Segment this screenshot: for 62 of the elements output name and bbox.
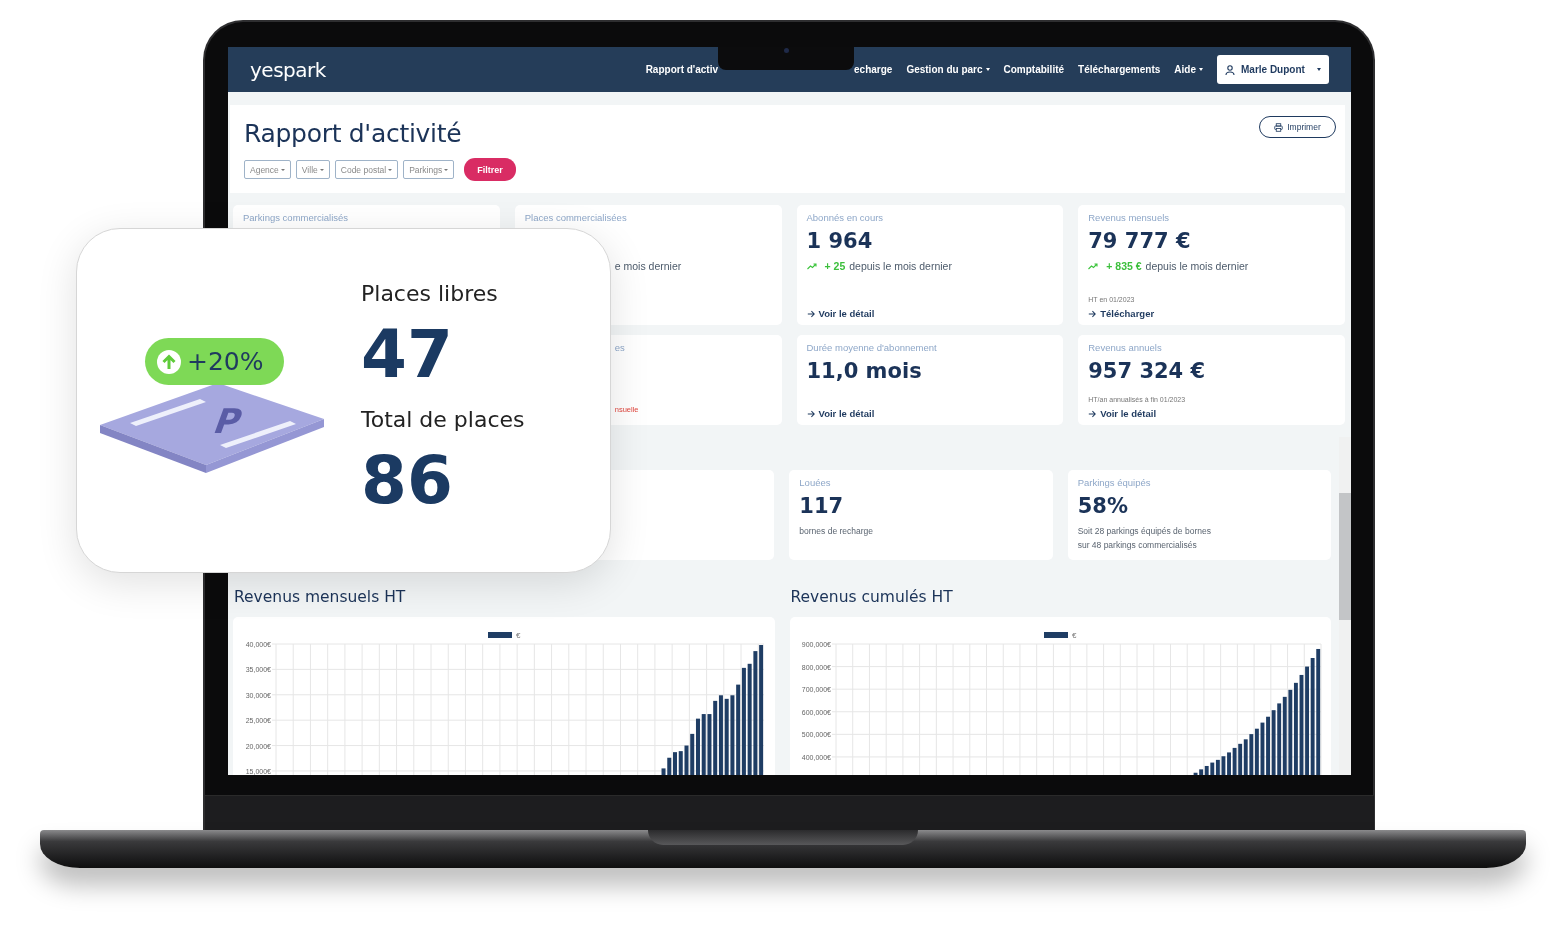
card-value: 957 324 €: [1088, 358, 1206, 385]
nav-link[interactable]: echarge: [854, 64, 893, 75]
scrollbar[interactable]: [1339, 437, 1351, 775]
filter-dropdown[interactable]: Code postal: [334, 160, 399, 179]
growth-badge: +20%: [145, 338, 284, 385]
arrow-up-icon: [157, 349, 181, 374]
card-label: Revenus mensuels: [1088, 212, 1170, 224]
card-value: 58%: [1077, 493, 1129, 520]
card-value: 1 964: [806, 228, 873, 255]
card-label: Parkings équipés: [1077, 477, 1152, 489]
nav-link[interactable]: Comptabilité: [1003, 64, 1065, 75]
trend-text: e mois dernier: [614, 259, 682, 273]
legend-label: €: [1071, 631, 1076, 640]
arrow-right-icon: [806, 309, 815, 318]
caret-icon: [1317, 68, 1321, 71]
stat-label: Total de places: [361, 406, 525, 434]
card-text: bornes de recharge: [799, 525, 875, 538]
trend-delta: + 25: [824, 259, 846, 273]
person-icon: [1225, 64, 1235, 75]
page-title: Rapport d'activité: [244, 119, 463, 148]
arrow-right-icon: [1088, 409, 1097, 418]
card-value: 79 777 €: [1088, 228, 1191, 255]
card-link[interactable]: Voir le détail: [1088, 408, 1157, 419]
card-label: Parkings commercialisés: [243, 212, 349, 224]
trend-up-icon: [806, 262, 817, 270]
nav-link[interactable]: Gestion du parc: [906, 64, 990, 75]
card-label: Revenus annuels: [1088, 342, 1162, 354]
nav-link[interactable]: Aide: [1174, 64, 1203, 75]
card-link[interactable]: Voir le détail: [806, 408, 875, 419]
stat-value: 47: [361, 315, 453, 395]
trend-text: depuis le mois dernier: [1145, 259, 1249, 273]
filter-dropdown[interactable]: Ville: [295, 160, 330, 179]
card-link[interactable]: Voir le détail: [806, 308, 875, 319]
stat-value: 86: [361, 441, 453, 521]
card-value: 117: [799, 493, 845, 520]
card-value: 11,0 mois: [806, 358, 922, 385]
trend-up-icon: [1088, 262, 1099, 270]
card-label: Durée moyenne d'abonnement: [806, 342, 937, 354]
filter-button[interactable]: Filtrer: [464, 158, 516, 181]
chart-title: Revenus cumulés HT: [790, 588, 954, 607]
card-label: es: [614, 342, 625, 354]
arrow-right-icon: [1088, 309, 1097, 318]
nav-link[interactable]: Rapport d'activ: [645, 64, 718, 75]
user-menu-button[interactable]: Marle Dupont: [1217, 55, 1329, 84]
nav-link[interactable]: Téléchargements: [1078, 64, 1161, 75]
legend-label: €: [516, 631, 521, 640]
trend-delta: + 835 €: [1106, 259, 1142, 273]
card-label: Abonnés en cours: [806, 212, 884, 224]
filter-dropdown[interactable]: Agence: [244, 160, 291, 179]
card-text: Soit 28 parkings équipés de bornes: [1077, 525, 1212, 538]
printer-icon: [1274, 122, 1284, 132]
filter-dropdown[interactable]: Parkings: [403, 160, 455, 179]
trend-text: depuis le mois dernier: [849, 259, 952, 273]
card-link[interactable]: Télécharger: [1088, 308, 1155, 319]
arrow-right-icon: [806, 409, 815, 418]
card-text: sur 48 parkings commercialisés: [1077, 539, 1198, 552]
stat-label: Places libres: [361, 280, 498, 308]
brand-logo[interactable]: yespark: [250, 57, 326, 82]
chart-title: Revenus mensuels HT: [234, 588, 407, 607]
print-button[interactable]: Imprimer: [1259, 116, 1336, 138]
card-label: Louées: [799, 477, 832, 489]
card-label: Places commercialisées: [524, 212, 627, 224]
